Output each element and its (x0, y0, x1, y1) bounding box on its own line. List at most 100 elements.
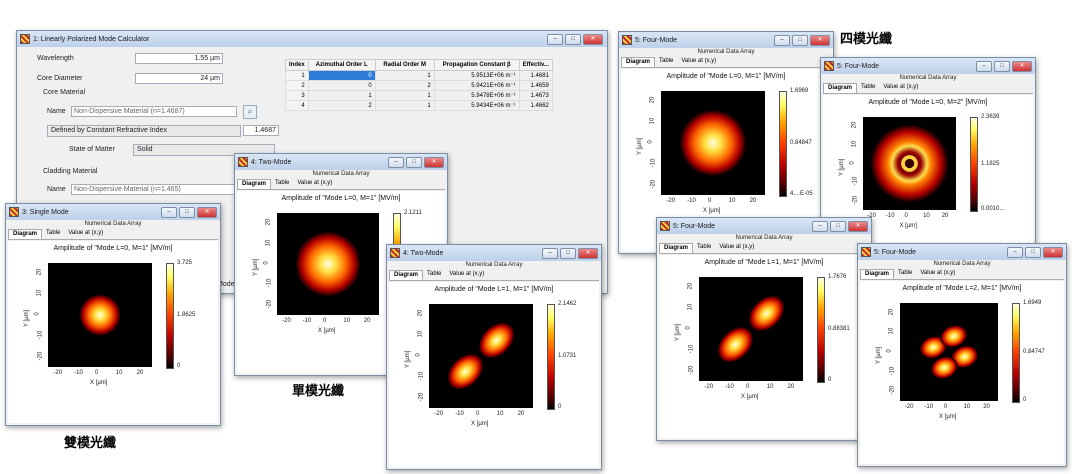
tab-diagram[interactable]: Diagram (860, 269, 895, 279)
colorbar (817, 277, 825, 383)
col-effective[interactable]: Effectiv... (518, 59, 553, 71)
y-tick-label: -20 (889, 385, 896, 395)
tab-value-at-xy[interactable]: Value at (x,y) (677, 57, 720, 67)
tab-value-at-xy[interactable]: Value at (x,y) (445, 270, 488, 280)
maximize-button[interactable]: □ (179, 207, 195, 218)
x-tick-label: 20 (787, 384, 795, 390)
plot-window-titlebar[interactable]: 5: Four-Mode – □ ✕ (619, 32, 833, 48)
maximize-button[interactable]: □ (560, 248, 576, 259)
maximize-button[interactable]: □ (1025, 247, 1041, 258)
tab-value-at-xy[interactable]: Value at (x,y) (715, 243, 758, 253)
intensity-core (295, 231, 361, 297)
tab-table[interactable]: Table (271, 179, 293, 189)
tab-table[interactable]: Table (857, 83, 879, 93)
tab-table[interactable]: Table (693, 243, 715, 253)
close-button[interactable]: ✕ (1043, 247, 1063, 258)
close-button[interactable]: ✕ (810, 35, 830, 46)
close-button[interactable]: ✕ (848, 221, 868, 232)
definition-select[interactable]: Defined by Constant Refractive Index (47, 125, 241, 137)
tab-table[interactable]: Table (655, 57, 677, 67)
y-tick-label: 20 (36, 269, 43, 276)
col-propagation[interactable]: Propagation Constant β (433, 59, 520, 71)
plot-window-titlebar[interactable]: 3: Single Mode – □ ✕ (6, 204, 220, 220)
tab-value-at-xy[interactable]: Value at (x,y) (916, 269, 959, 279)
mode-plot-window[interactable]: 4: Two-Mode – □ ✕ Numerical Data Array Diagra… (386, 244, 602, 470)
table-cell: 1.4681 (518, 70, 553, 81)
plot-window-titlebar[interactable]: 5: Four-Mode – □ ✕ (657, 218, 871, 234)
y-tick-label: -10 (418, 371, 425, 381)
tab-diagram[interactable]: Diagram (621, 57, 656, 67)
close-button[interactable]: ✕ (197, 207, 217, 218)
minimize-button[interactable]: – (774, 35, 790, 46)
y-tick-label: 10 (649, 117, 656, 125)
minimize-button[interactable]: – (1007, 247, 1023, 258)
minimize-button[interactable]: – (547, 34, 563, 45)
y-tick-label: 20 (888, 308, 895, 316)
close-button[interactable]: ✕ (578, 248, 598, 259)
minimize-button[interactable]: – (161, 207, 177, 218)
numerical-data-array-label: Numerical Data Array (899, 75, 957, 81)
tab-diagram[interactable]: Diagram (237, 179, 272, 189)
core-diameter-input[interactable]: 24 µm (135, 73, 223, 84)
mode-plot-window[interactable]: 5: Four-Mode – □ ✕ Numerical Data Array Diagr… (656, 217, 872, 441)
plot-window-titlebar[interactable]: 5: Four-Mode – □ ✕ (821, 58, 1035, 74)
maximize-button[interactable]: □ (830, 221, 846, 232)
plot-window-titlebar[interactable]: 4: Two-Mode – □ ✕ (235, 154, 447, 170)
mode-plot-window[interactable]: 5: Four-Mode – □ ✕ Numerical Data Array Diagr… (857, 243, 1067, 467)
x-tick-label: -20 (282, 318, 291, 324)
maximize-button[interactable]: □ (565, 34, 581, 45)
wavelength-input[interactable]: 1.55 µm (135, 53, 223, 64)
maximize-button[interactable]: □ (792, 35, 808, 46)
y-tick-label: -10 (688, 344, 695, 354)
colorbar-mid-label: 0.84847 (790, 140, 812, 146)
tab-table[interactable]: Table (894, 269, 916, 279)
tab-table[interactable]: Table (42, 229, 64, 239)
diagram-pane: Amplitude of "Mode L=1, M=1" [MV/m] 20 10 0… (659, 255, 869, 438)
table-row[interactable]: 1 0 1 5.9513E+06 m⁻¹ 1.4681 (285, 70, 553, 81)
core-material-name-field[interactable]: Non-Dispersive Material (n=1.4687) (71, 106, 237, 117)
minimize-button[interactable]: – (542, 248, 558, 259)
y-tick-label: 10 (851, 140, 858, 148)
mode-plot-window[interactable]: 3: Single Mode – □ ✕ Numerical Data Array Dia… (5, 203, 221, 426)
tab-diagram[interactable]: Diagram (823, 83, 858, 93)
search-icon[interactable]: ⌕ (243, 105, 257, 119)
cladding-material-label: Cladding Material (43, 168, 98, 175)
plot-window-titlebar[interactable]: 4: Two-Mode – □ ✕ (387, 245, 601, 261)
tab-table[interactable]: Table (423, 270, 445, 280)
table-row[interactable]: 2 0 2 5.9421E+06 m⁻¹ 1.4659 (285, 80, 553, 91)
minimize-button[interactable]: – (388, 157, 404, 168)
colorbar-mid-label: 1.8625 (177, 312, 196, 318)
y-tick-label: -10 (266, 279, 273, 288)
cladding-material-name-field[interactable]: Non-Dispersive Material (n=1.465) (71, 184, 237, 195)
tab-value-at-xy[interactable]: Value at (x,y) (293, 179, 336, 189)
tab-value-at-xy[interactable]: Value at (x,y) (879, 83, 922, 93)
col-radial[interactable]: Radial Order M (374, 59, 435, 71)
calculator-titlebar[interactable]: 1: Linearly Polarized Mode Calculator – … (17, 31, 607, 47)
col-index[interactable]: Index (285, 59, 309, 71)
table-row[interactable]: 3 1 1 5.9478E+06 m⁻¹ 1.4673 (285, 90, 553, 101)
plot-window-titlebar[interactable]: 5: Four-Mode – □ ✕ (858, 244, 1066, 260)
maximize-button[interactable]: □ (406, 157, 422, 168)
minimize-button[interactable]: – (976, 61, 992, 72)
tab-value-at-xy[interactable]: Value at (x,y) (64, 229, 107, 239)
table-row[interactable]: 4 2 1 5.9434E+06 m⁻¹ 1.4662 (285, 100, 553, 111)
mode-results-table: Index Azimuthal Order L Radial Order M P… (285, 59, 553, 111)
y-tick-label: -20 (266, 299, 273, 309)
col-azimuthal[interactable]: Azimuthal Order L (307, 59, 376, 71)
tab-diagram[interactable]: Diagram (389, 270, 424, 280)
refractive-index-input[interactable]: 1.4687 (243, 125, 279, 136)
app-icon (238, 157, 248, 167)
maximize-button[interactable]: □ (994, 61, 1010, 72)
close-button[interactable]: ✕ (1012, 61, 1032, 72)
tab-diagram[interactable]: Diagram (659, 243, 694, 253)
plot-area (863, 117, 956, 210)
x-tick-label: -20 (53, 370, 63, 376)
close-button[interactable]: ✕ (583, 34, 603, 45)
tab-diagram[interactable]: Diagram (8, 229, 43, 239)
x-tick-label: 0 (476, 411, 480, 417)
colorbar-max-label: 1.6969 (790, 88, 809, 94)
intensity-core (79, 294, 121, 336)
plot-area (900, 303, 998, 401)
minimize-button[interactable]: – (812, 221, 828, 232)
close-button[interactable]: ✕ (424, 157, 444, 168)
